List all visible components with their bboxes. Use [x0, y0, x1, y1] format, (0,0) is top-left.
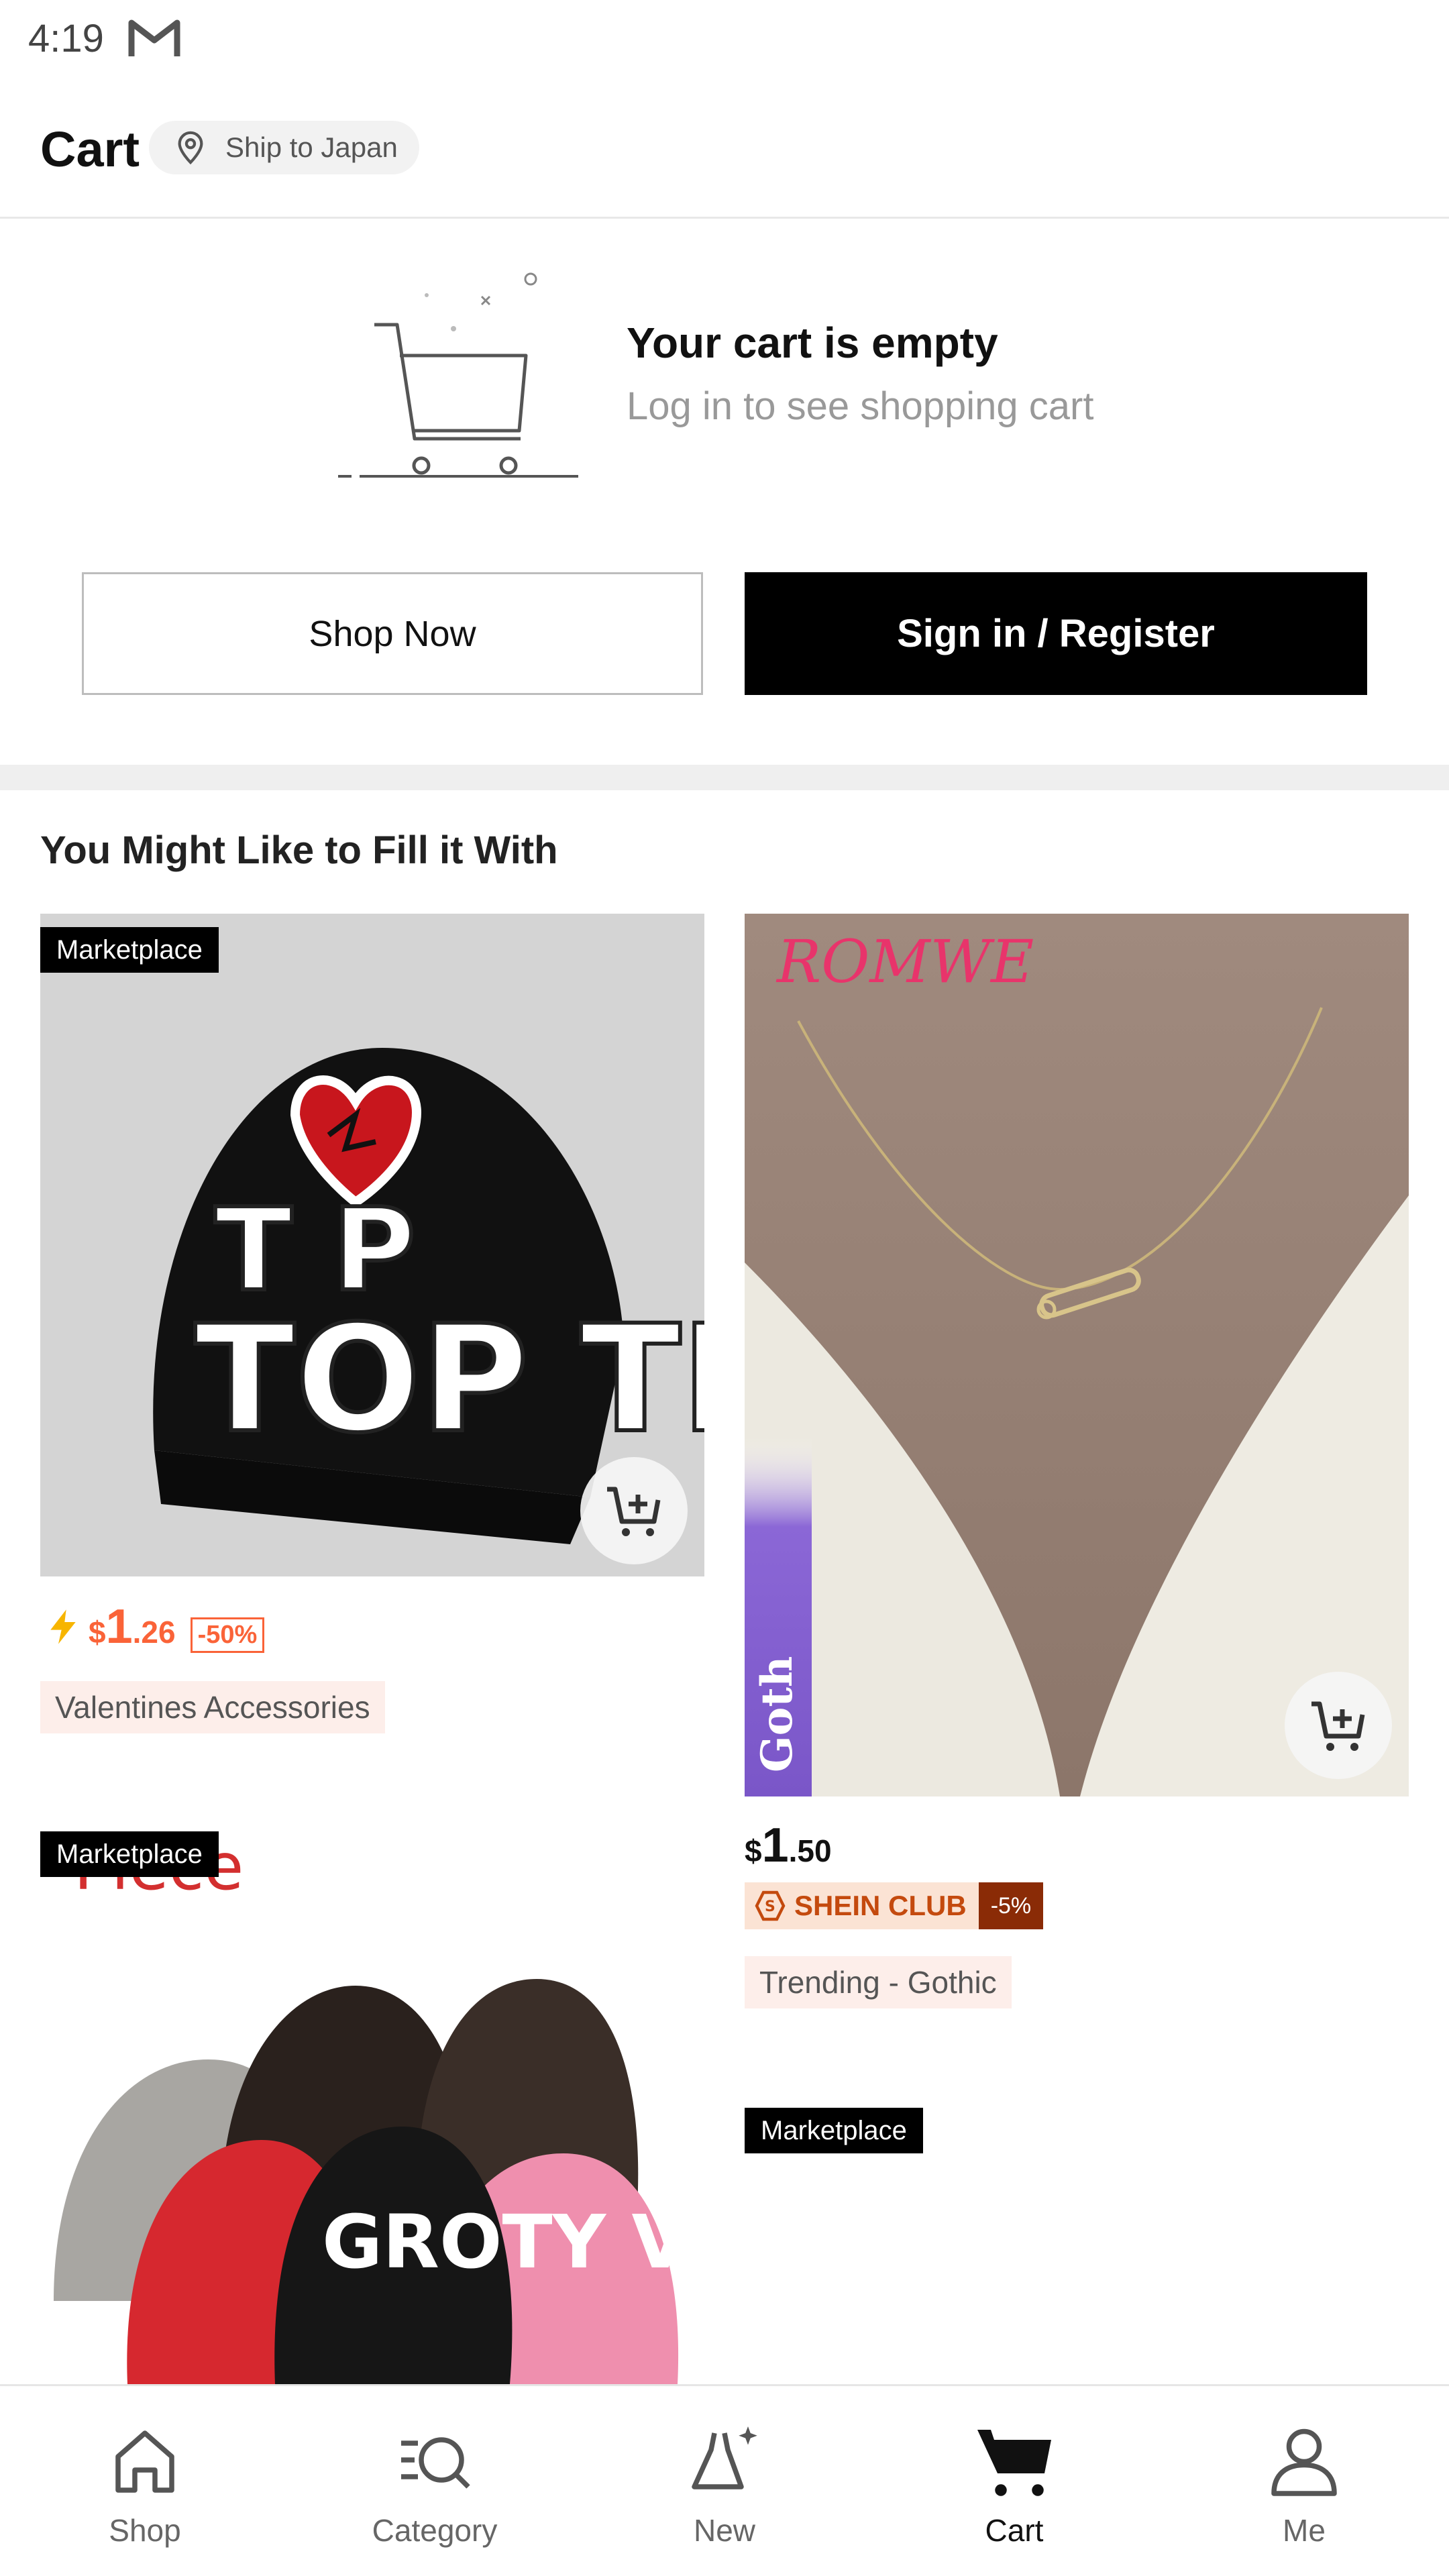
location-pin-icon [178, 131, 203, 165]
shein-club-badge: S SHEIN CLUB -5% [745, 1882, 1044, 1929]
goth-label: Goth [752, 1656, 802, 1772]
add-to-cart-icon [607, 1487, 661, 1536]
necklace-picture: ROMWE Goth [745, 914, 1409, 1796]
cart-icon [977, 2430, 1051, 2496]
shop-now-button[interactable]: Shop Now [82, 572, 703, 695]
price-decimal: .50 [788, 1833, 832, 1868]
bottom-navigation: Shop Category New Cart Me [0, 2384, 1449, 2576]
price-integer: 1 [761, 1819, 789, 1872]
nav-shop-label: Shop [109, 2513, 181, 2548]
price-integer: 1 [105, 1600, 133, 1654]
club-label: SHEIN CLUB [794, 1890, 967, 1921]
nav-cart[interactable]: Cart [869, 2386, 1159, 2576]
dress-sparkle-icon [692, 2426, 757, 2489]
product-chip[interactable]: Valentines Accessories [40, 1681, 385, 1733]
ship-to-label: Ship to Japan [225, 131, 398, 163]
status-bar: 4:19 [0, 0, 1449, 80]
beanie-set-text: GROTY VISONS [322, 2199, 704, 2285]
svg-text:S: S [765, 1898, 775, 1915]
person-icon [1271, 2428, 1337, 2496]
add-to-cart-icon [1311, 1701, 1365, 1751]
page-title: Cart [40, 121, 140, 177]
club-discount: -5% [978, 1882, 1044, 1929]
product-image-beanie-set[interactable]: Piece GROTY VISONS [40, 1831, 704, 2384]
marketplace-tag: Marketplace [745, 2108, 923, 2153]
price-decimal: .26 [132, 1615, 176, 1650]
brand-romwe-text: ROMWE [775, 927, 1034, 996]
nav-me-label: Me [1283, 2513, 1326, 2548]
category-search-icon [401, 2437, 470, 2489]
price-currency: $ [89, 1615, 106, 1650]
nav-me[interactable]: Me [1159, 2386, 1449, 2576]
gmail-icon [128, 19, 180, 56]
product-price: $ 1 .26 -50% [44, 1599, 265, 1654]
marketplace-tag: Marketplace [40, 1831, 219, 1877]
nav-new[interactable]: New [580, 2386, 869, 2576]
recommendations-title: You Might Like to Fill it With [40, 828, 558, 872]
beanie-text: TOP TIER [195, 1293, 704, 1465]
product-price: $ 1 .50 [745, 1818, 832, 1873]
status-time: 4:19 [28, 17, 104, 60]
section-divider [0, 765, 1449, 790]
product-chip[interactable]: Trending - Gothic [745, 1956, 1012, 2008]
product-image-top-tier-beanie[interactable]: T P TOP TIER [40, 914, 704, 1576]
add-to-cart-button[interactable] [580, 1457, 688, 1564]
sign-in-register-button[interactable]: Sign in / Register [745, 572, 1367, 695]
nav-new-label: New [693, 2513, 756, 2548]
shein-club-icon: S [755, 1890, 786, 1921]
lightning-icon [50, 1609, 76, 1644]
nav-cart-label: Cart [985, 2513, 1044, 2548]
marketplace-tag: Marketplace [40, 927, 219, 973]
product-image-safety-pin-necklace[interactable]: ROMWE Goth [745, 914, 1409, 1796]
empty-cart-subtitle: Log in to see shopping cart [627, 384, 1094, 428]
empty-cart-title: Your cart is empty [627, 319, 998, 367]
price-currency: $ [745, 1833, 762, 1868]
cart-header: Cart Ship to Japan [0, 101, 1449, 219]
discount-badge: -50% [190, 1617, 265, 1653]
nav-category-label: Category [372, 2513, 498, 2548]
empty-cart-icon [338, 272, 578, 478]
beanie-set-picture: Piece GROTY VISONS [54, 1831, 704, 2384]
add-to-cart-button[interactable] [1285, 1672, 1392, 1779]
home-icon [115, 2430, 174, 2493]
nav-category[interactable]: Category [290, 2386, 580, 2576]
ship-to-selector[interactable]: Ship to Japan [149, 121, 419, 174]
nav-shop[interactable]: Shop [0, 2386, 290, 2576]
